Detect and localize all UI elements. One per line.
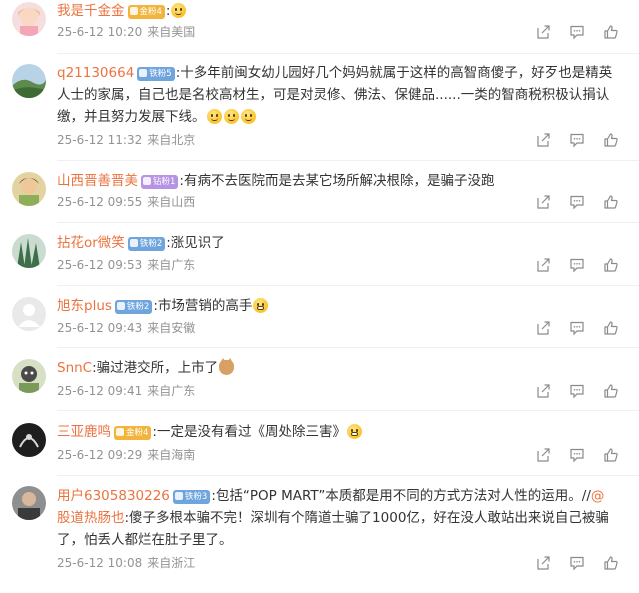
fan-badge[interactable]: 金粉4 <box>114 426 152 440</box>
comment-date: 25-6-12 11:32 <box>57 133 143 147</box>
grimace-emoji-icon <box>253 298 269 313</box>
comment-text: 有病不去医院而是去某它场所解决根除，是骗子没跑 <box>183 173 495 189</box>
divider <box>57 53 639 54</box>
comment-text: 市场营销的高手 <box>157 298 253 314</box>
username[interactable]: 我是千金金 <box>57 3 125 19</box>
like-icon[interactable] <box>603 257 619 273</box>
like-icon[interactable] <box>603 447 619 463</box>
avatar[interactable] <box>12 2 46 36</box>
comment-icon[interactable] <box>569 24 585 40</box>
comment-meta: 25-6-12 09:43 来自安徽 <box>57 320 200 336</box>
comment-separator: : <box>165 3 171 19</box>
comment-location: 来自山西 <box>147 195 196 209</box>
comment-meta: 25-6-12 09:55 来自山西 <box>57 194 200 210</box>
share-icon[interactable] <box>535 132 551 148</box>
comment-icon[interactable] <box>569 320 585 336</box>
username[interactable]: 用户6305830226 <box>57 488 170 504</box>
comment-location: 来自北京 <box>147 133 196 147</box>
comment-location: 来自美国 <box>147 25 196 39</box>
comment-date: 25-6-12 10:08 <box>57 556 143 570</box>
share-icon[interactable] <box>535 257 551 273</box>
avatar[interactable] <box>12 486 46 520</box>
cat-emoji-icon <box>219 358 235 375</box>
grimace-emoji-icon <box>346 424 362 439</box>
comment-icon[interactable] <box>569 447 585 463</box>
comment-location: 来自浙江 <box>147 556 196 570</box>
comment-meta: 25-6-12 10:20 来自美国 <box>57 24 200 40</box>
comment-meta: 25-6-12 09:41 来自广东 <box>57 383 200 399</box>
like-icon[interactable] <box>603 132 619 148</box>
comment-text: 骗过港交所，上市了 <box>96 360 219 376</box>
comment-date: 25-6-12 09:41 <box>57 384 143 398</box>
username[interactable]: 旭东plus <box>57 298 112 314</box>
comment-text: 涨见识了 <box>170 235 225 251</box>
like-icon[interactable] <box>603 555 619 571</box>
grin-emoji-icon <box>171 3 187 18</box>
avatar[interactable] <box>12 234 46 268</box>
grin-emoji-icon <box>206 109 222 124</box>
share-icon[interactable] <box>535 320 551 336</box>
divider <box>57 222 639 223</box>
fan-badge[interactable]: 铁粉2 <box>127 237 166 251</box>
divider <box>57 475 639 476</box>
like-icon[interactable] <box>603 194 619 210</box>
comment-icon[interactable] <box>569 555 585 571</box>
share-icon[interactable] <box>535 194 551 210</box>
grin-emoji-icon <box>223 109 239 124</box>
fan-badge[interactable]: 铁粉3 <box>172 490 211 504</box>
grin-emoji-icon <box>240 109 256 124</box>
comment-date: 25-6-12 09:43 <box>57 321 143 335</box>
comment-location: 来自广东 <box>147 258 196 272</box>
avatar[interactable] <box>12 359 46 393</box>
like-icon[interactable] <box>603 383 619 399</box>
comment-meta: 25-6-12 09:53 来自广东 <box>57 257 200 273</box>
comment-location: 来自安徽 <box>147 321 196 335</box>
username[interactable]: 山西晋善晋美 <box>57 173 138 189</box>
username[interactable]: 拈花or微笑 <box>57 235 125 251</box>
comment-meta: 25-6-12 09:29 来自海南 <box>57 447 200 463</box>
comment-icon[interactable] <box>569 194 585 210</box>
fan-badge[interactable]: 金粉4 <box>127 5 165 19</box>
comment-date: 25-6-12 09:29 <box>57 448 143 462</box>
comment-location: 来自海南 <box>147 448 196 462</box>
username[interactable]: SnnC <box>57 360 92 376</box>
comment-icon[interactable] <box>569 383 585 399</box>
divider <box>57 347 639 348</box>
comment-meta: 25-6-12 10:08 来自浙江 <box>57 555 200 571</box>
like-icon[interactable] <box>603 320 619 336</box>
fan-badge[interactable]: 铁粉5 <box>137 67 175 81</box>
comment-date: 25-6-12 09:55 <box>57 195 143 209</box>
share-icon[interactable] <box>535 447 551 463</box>
share-icon[interactable] <box>535 383 551 399</box>
comment-text: 包括“POP MART”本质都是用不同的方式方法对人性的运用。// <box>215 488 591 504</box>
avatar[interactable] <box>12 64 46 98</box>
comment-date: 25-6-12 09:53 <box>57 258 143 272</box>
avatar[interactable] <box>12 297 46 331</box>
comment-text-quoted: :傻子多根本骗不完！深圳有个隋道士骗了1000亿，好在没人敢站出来说自己被骗了，… <box>57 510 609 548</box>
share-icon[interactable] <box>535 555 551 571</box>
comment-icon[interactable] <box>569 257 585 273</box>
fan-badge[interactable]: 钻粉1 <box>141 175 179 189</box>
divider <box>57 410 639 411</box>
comment-meta: 25-6-12 11:32 来自北京 <box>57 132 200 148</box>
fan-badge[interactable]: 铁粉2 <box>114 300 153 314</box>
comment-date: 25-6-12 10:20 <box>57 25 143 39</box>
username[interactable]: 三亚鹿鸣 <box>57 424 111 440</box>
comment-location: 来自广东 <box>147 384 196 398</box>
comment-icon[interactable] <box>569 132 585 148</box>
like-icon[interactable] <box>603 24 619 40</box>
divider <box>57 285 639 286</box>
avatar[interactable] <box>12 172 46 206</box>
avatar[interactable] <box>12 423 46 457</box>
comment-text: 一定是没有看过《周处除三害》 <box>156 424 346 440</box>
divider <box>57 160 639 161</box>
username[interactable]: q21130664 <box>57 65 134 81</box>
share-icon[interactable] <box>535 24 551 40</box>
